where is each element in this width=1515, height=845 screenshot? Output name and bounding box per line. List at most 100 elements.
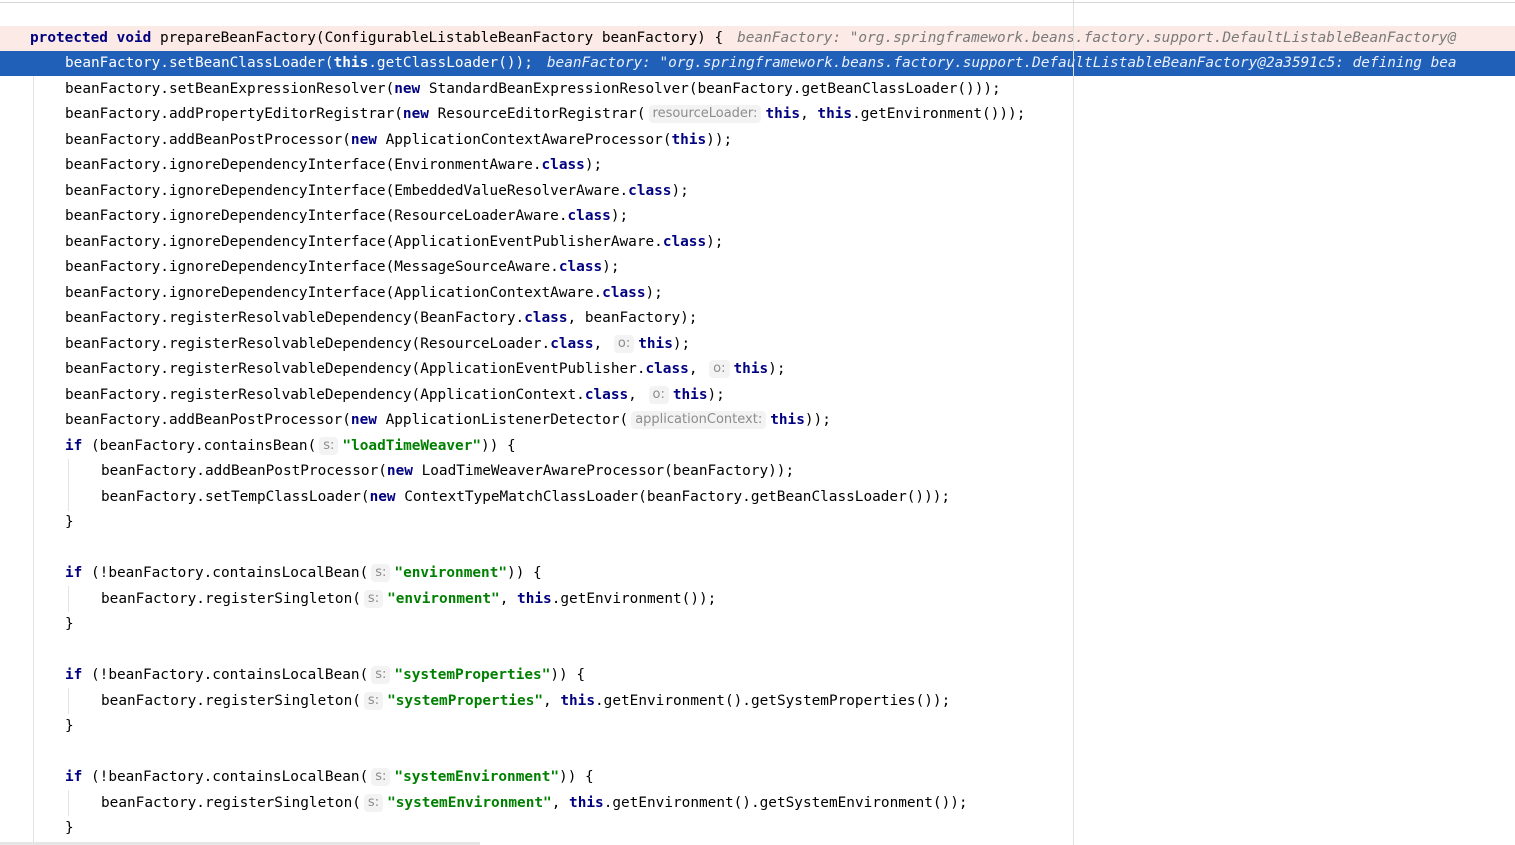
code-line[interactable]: if (!beanFactory.containsLocalBean(s: "sy… — [0, 663, 1515, 688]
code-line[interactable]: beanFactory.setBeanExpressionResolver(ne… — [0, 77, 1515, 102]
code-text: beanFactory.registerResolvableDependency… — [65, 387, 585, 403]
code-text: beanFactory.setBeanExpressionResolver( — [65, 81, 395, 97]
keyword: class — [550, 336, 594, 352]
code-line[interactable]: } — [0, 714, 1515, 739]
code-line[interactable]: beanFactory.addBeanPostProcessor(new App… — [0, 408, 1515, 433]
string-literal: "systemProperties" — [394, 667, 551, 683]
code-editor[interactable]: protected void prepareBeanFactory(Config… — [0, 0, 1515, 845]
code-line[interactable]: beanFactory.ignoreDependencyInterface(Me… — [0, 255, 1515, 280]
code-text: beanFactory.registerSingleton( — [101, 795, 361, 811]
code-line-execution-point[interactable]: beanFactory.setBeanClassLoader(this.getC… — [0, 51, 1515, 76]
keyword: new — [402, 106, 429, 122]
code-text: .getEnvironment().getSystemEnvironment()… — [603, 795, 968, 811]
code-line[interactable]: beanFactory.addBeanPostProcessor(new Loa… — [0, 459, 1515, 484]
editor-top-border — [0, 2, 1515, 3]
code-line[interactable]: beanFactory.registerResolvableDependency… — [0, 332, 1515, 357]
code-line[interactable]: beanFactory.ignoreDependencyInterface(Re… — [0, 204, 1515, 229]
string-literal: "systemEnvironment" — [387, 795, 552, 811]
string-literal: "loadTimeWeaver" — [342, 438, 482, 454]
keyword: this — [333, 55, 369, 71]
code-text: )) { — [559, 769, 594, 785]
code-text: beanFactory.ignoreDependencyInterface(Ap… — [65, 285, 603, 301]
parameter-hint: s: — [319, 437, 339, 455]
keyword: if — [65, 769, 83, 785]
code-text: ); — [706, 234, 724, 250]
code-text: (!beanFactory.containsLocalBean( — [82, 769, 369, 785]
keyword: if — [65, 565, 83, 581]
code-text: beanFactory.registerSingleton( — [101, 591, 361, 607]
code-line-method-signature[interactable]: protected void prepareBeanFactory(Config… — [0, 26, 1515, 51]
keyword: class — [524, 310, 568, 326]
code-text: .getClassLoader()); — [368, 55, 533, 71]
code-line[interactable]: beanFactory.registerSingleton(s: "systemP… — [0, 689, 1515, 714]
code-text: , — [593, 336, 603, 352]
right-margin-guide — [1073, 0, 1074, 845]
code-text: beanFactory.ignoreDependencyInterface(Re… — [65, 208, 568, 224]
code-text: , — [543, 693, 561, 709]
keyword: class — [602, 285, 646, 301]
keyword: new — [386, 463, 413, 479]
code-line[interactable]: beanFactory.addPropertyEditorRegistrar(n… — [0, 102, 1515, 127]
code-line[interactable]: beanFactory.ignoreDependencyInterface(Em… — [0, 179, 1515, 204]
keyword: new — [394, 81, 421, 97]
code-text: } — [65, 820, 74, 836]
code-line[interactable]: beanFactory.registerResolvableDependency… — [0, 306, 1515, 331]
code-line[interactable]: beanFactory.addBeanPostProcessor(new App… — [0, 128, 1515, 153]
keyword: new — [369, 489, 396, 505]
code-line[interactable]: beanFactory.registerSingleton(s: "environ… — [0, 587, 1515, 612]
code-line[interactable]: beanFactory.ignoreDependencyInterface(En… — [0, 153, 1515, 178]
code-text: ); — [610, 208, 629, 224]
code-text: )) { — [481, 438, 516, 454]
code-text: , — [800, 106, 818, 122]
code-line[interactable]: beanFactory.ignoreDependencyInterface(Ap… — [0, 230, 1515, 255]
code-line[interactable]: if (!beanFactory.containsLocalBean(s: "en… — [0, 561, 1515, 586]
keyword: class — [628, 183, 672, 199]
keyword: this — [671, 132, 707, 148]
parameter-hint: applicationContext: — [631, 411, 767, 429]
string-literal: "systemEnvironment" — [394, 769, 560, 785]
code-line[interactable]: if (beanFactory.containsBean(s: "loadTime… — [0, 434, 1515, 459]
keyword: class — [584, 387, 629, 403]
code-text: ApplicationListenerDetector( — [376, 412, 629, 428]
string-literal: "environment" — [387, 591, 500, 607]
code-text: .getEnvironment().getSystemProperties())… — [595, 693, 951, 709]
code-text: beanFactory.registerResolvableDependency… — [65, 310, 525, 326]
code-text: ); — [672, 336, 691, 352]
code-line[interactable]: if (!beanFactory.containsLocalBean(s: "sy… — [0, 765, 1515, 790]
code-line[interactable]: } — [0, 510, 1515, 535]
code-line[interactable]: beanFactory.registerResolvableDependency… — [0, 357, 1515, 382]
code-text: ApplicationContextAwareProcessor( — [376, 132, 672, 148]
code-text: , beanFactory); — [567, 310, 698, 326]
code-line[interactable]: beanFactory.registerSingleton(s: "systemE… — [0, 791, 1515, 816]
code-text: beanFactory.ignoreDependencyInterface(Me… — [65, 259, 559, 275]
code-text: , — [688, 361, 698, 377]
keyword: this — [817, 106, 853, 122]
code-text: beanFactory.registerResolvableDependency… — [65, 361, 646, 377]
code-line[interactable]: } — [0, 612, 1515, 637]
code-text: , — [551, 795, 570, 811]
code-text: beanFactory.ignoreDependencyInterface(Em… — [65, 183, 629, 199]
code-text: )); — [804, 412, 831, 428]
parameter-hint: o: — [648, 386, 669, 404]
keyword: class — [567, 208, 611, 224]
code-line[interactable]: beanFactory.ignoreDependencyInterface(Ap… — [0, 281, 1515, 306]
method-signature-text: prepareBeanFactory(ConfigurableListableB… — [151, 30, 724, 46]
parameter-hint: resourceLoader: — [648, 105, 762, 123]
code-text: ); — [768, 361, 786, 377]
code-text: } — [65, 718, 74, 734]
code-line[interactable]: beanFactory.registerResolvableDependency… — [0, 383, 1515, 408]
code-line[interactable]: } — [0, 816, 1515, 841]
code-text: (!beanFactory.containsLocalBean( — [82, 667, 369, 683]
code-text: (!beanFactory.containsLocalBean( — [82, 565, 369, 581]
code-text: )) { — [507, 565, 542, 581]
code-line[interactable]: beanFactory.setTempClassLoader(new Conte… — [0, 485, 1515, 510]
code-text: ResourceEditorRegistrar( — [428, 106, 646, 122]
debugger-inline-value: beanFactory: "org.springframework.beans.… — [546, 55, 1457, 71]
parameter-hint: o: — [613, 335, 635, 353]
keyword: if — [65, 438, 83, 454]
keyword: this — [765, 106, 801, 122]
code-text: } — [65, 616, 74, 632]
code-text: StandardBeanExpressionResolver(beanFacto… — [420, 81, 1001, 97]
code-text: ); — [602, 259, 620, 275]
keyword: new — [350, 412, 377, 428]
